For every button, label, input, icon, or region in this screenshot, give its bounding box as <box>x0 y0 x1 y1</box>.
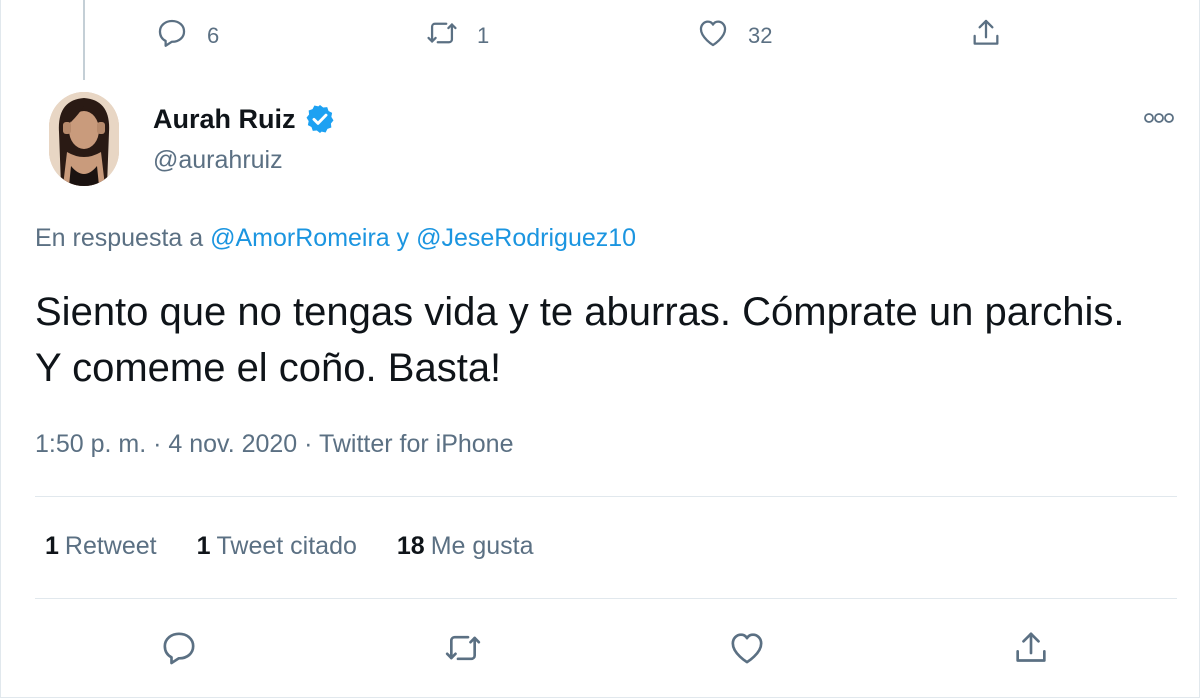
retweet-button[interactable] <box>443 628 483 668</box>
verified-badge-icon <box>304 103 336 135</box>
author-handle[interactable]: @aurahruiz <box>153 146 283 175</box>
reply-user-link-1[interactable]: @AmorRomeira <box>210 224 390 252</box>
quotes-count: 1 <box>196 532 211 560</box>
tweet-stats: 1 Retweet 1 Tweet citado 18 Me gusta <box>45 532 574 561</box>
avatar[interactable] <box>49 92 119 186</box>
prev-reply-button[interactable]: 6 <box>155 16 219 55</box>
retweet-icon <box>425 16 459 55</box>
tweet-text: Siento que no tengas vida y te aburras. … <box>35 290 1125 390</box>
previous-tweet-actions: 6 1 32 <box>1 0 1199 80</box>
heart-icon <box>727 628 767 668</box>
reply-prefix: En respuesta a <box>35 224 211 252</box>
reply-button[interactable] <box>159 628 199 668</box>
author-name-row[interactable]: Aurah Ruiz <box>153 103 336 135</box>
retweets-stat[interactable]: 1 Retweet <box>45 532 157 561</box>
share-icon <box>1011 628 1051 668</box>
heart-icon <box>696 16 730 55</box>
likes-stat[interactable]: 18 Me gusta <box>397 532 534 561</box>
prev-like-count: 32 <box>748 22 773 48</box>
quotes-stat[interactable]: 1 Tweet citado <box>197 532 357 561</box>
likes-label: Me gusta <box>430 532 534 560</box>
retweet-icon <box>443 628 483 668</box>
quotes-label: Tweet citado <box>216 532 357 560</box>
like-button[interactable] <box>727 628 767 668</box>
reply-context: En respuesta a @AmorRomeira y @JeseRodri… <box>35 224 636 253</box>
retweets-label: Retweet <box>64 532 157 560</box>
prev-share-button[interactable] <box>969 16 1003 55</box>
share-button[interactable] <box>1011 628 1051 668</box>
likes-count: 18 <box>396 532 425 560</box>
prev-retweet-count: 1 <box>477 22 490 48</box>
prev-retweet-button[interactable]: 1 <box>425 16 489 55</box>
retweets-count: 1 <box>45 532 59 560</box>
author-name[interactable]: Aurah Ruiz <box>153 104 296 135</box>
reply-icon <box>155 16 189 55</box>
tweet-actions <box>1 628 1199 672</box>
prev-reply-count: 6 <box>207 22 220 48</box>
share-icon <box>969 16 1003 55</box>
tweet-detail: 6 1 32 Aurah Ruiz @aurahruiz En respuest… <box>0 0 1200 698</box>
tweet-timestamp[interactable]: 1:50 p. m. · 4 nov. 2020 · Twitter for i… <box>35 430 514 459</box>
reply-icon <box>159 628 199 668</box>
thread-line <box>83 0 85 80</box>
more-icon <box>1139 104 1179 132</box>
divider <box>35 598 1177 599</box>
reply-user-link-2[interactable]: @JeseRodriguez10 <box>416 224 636 252</box>
divider <box>35 496 1177 497</box>
prev-like-button[interactable]: 32 <box>696 16 772 55</box>
reply-joiner: y <box>389 224 417 252</box>
more-button[interactable] <box>1139 104 1179 132</box>
